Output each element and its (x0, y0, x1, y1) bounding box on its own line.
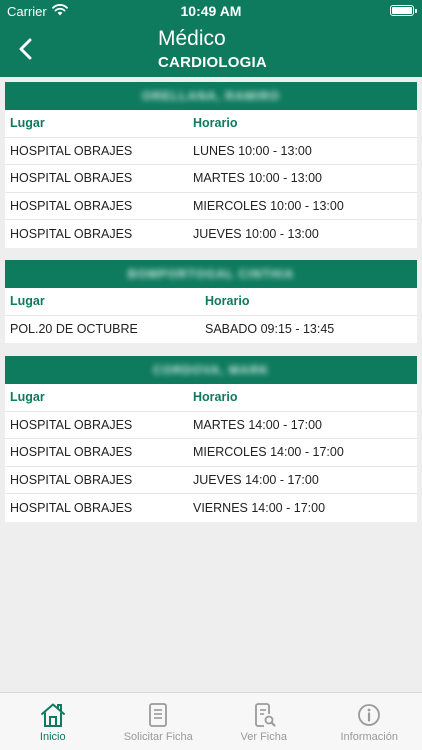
document-icon (149, 703, 168, 727)
table-row: HOSPITAL OBRAJES MARTES 14:00 - 17:00 (5, 412, 417, 439)
table-header: Lugar Horario (5, 384, 417, 412)
lugar-cell: HOSPITAL OBRAJES (10, 226, 133, 241)
battery-icon (390, 5, 417, 16)
status-bar: Carrier 10:49 AM (0, 0, 422, 22)
table-header: Lugar Horario (5, 288, 417, 316)
horario-cell: MARTES 10:00 - 13:00 (193, 171, 323, 186)
tab-label: Ver Ficha (240, 731, 287, 743)
horario-cell: LUNES 10:00 - 13:00 (193, 143, 312, 158)
lugar-cell: HOSPITAL OBRAJES (10, 417, 133, 432)
table-row: HOSPITAL OBRAJES VIERNES 14:00 - 17:00 (5, 494, 417, 522)
tab-label: Información (340, 731, 398, 743)
table-row: HOSPITAL OBRAJES MIERCOLES 14:00 - 17:00 (5, 439, 417, 467)
home-icon (40, 703, 65, 727)
tab-label: Solicitar Ficha (123, 731, 193, 743)
tab-bar: Inicio Solicitar Ficha Ver Ficha Informa… (0, 692, 422, 750)
horario-cell: MARTES 14:00 - 17:00 (193, 417, 323, 432)
horario-cell: MIERCOLES 14:00 - 17:00 (193, 445, 344, 460)
tab-inicio[interactable]: Inicio (0, 693, 106, 750)
doctor-name: ORELLANA, RAMIRO (142, 89, 280, 103)
table-row: HOSPITAL OBRAJES JUEVES 10:00 - 13:00 (5, 220, 417, 248)
lugar-cell: HOSPITAL OBRAJES (10, 472, 133, 487)
lugar-cell: HOSPITAL OBRAJES (10, 445, 133, 460)
chevron-left-icon (19, 38, 32, 60)
doctor-header: CORDOVA, MARK (5, 356, 417, 384)
horario-cell: MIERCOLES 10:00 - 13:00 (193, 198, 344, 213)
doctor-name: BOMPORTOGAL CINTHIA (127, 267, 295, 281)
horario-cell: JUEVES 10:00 - 13:00 (193, 226, 319, 241)
table-row: HOSPITAL OBRAJES MARTES 10:00 - 13:00 (5, 165, 417, 193)
doctor-header: BOMPORTOGAL CINTHIA (5, 260, 417, 288)
header-horario: Horario (193, 390, 238, 405)
lugar-cell: HOSPITAL OBRAJES (10, 198, 133, 213)
table-row: HOSPITAL OBRAJES LUNES 10:00 - 13:00 (5, 138, 417, 165)
doctor-card: ORELLANA, RAMIRO Lugar Horario HOSPITAL … (5, 82, 417, 248)
table-row: HOSPITAL OBRAJES MIERCOLES 10:00 - 13:00 (5, 193, 417, 220)
header-horario: Horario (205, 294, 250, 309)
lugar-cell: HOSPITAL OBRAJES (10, 143, 133, 158)
table-row: POL.20 DE OCTUBRE SABADO 09:15 - 13:45 (5, 316, 417, 344)
back-button[interactable] (8, 32, 42, 66)
lugar-cell: HOSPITAL OBRAJES (10, 500, 133, 515)
tab-solicitar-ficha[interactable]: Solicitar Ficha (106, 693, 212, 750)
info-icon (358, 704, 381, 726)
page-title: Médico (158, 27, 226, 50)
table-header: Lugar Horario (5, 110, 417, 138)
table-row: HOSPITAL OBRAJES JUEVES 14:00 - 17:00 (5, 467, 417, 494)
doctor-card: BOMPORTOGAL CINTHIA Lugar Horario POL.20… (5, 260, 417, 343)
header-lugar: Lugar (10, 390, 45, 405)
tab-ver-ficha[interactable]: Ver Ficha (211, 693, 317, 750)
horario-cell: JUEVES 14:00 - 17:00 (193, 472, 319, 487)
lugar-cell: POL.20 DE OCTUBRE (10, 322, 138, 337)
doctor-card: CORDOVA, MARK Lugar Horario HOSPITAL OBR… (5, 356, 417, 522)
tab-label: Inicio (39, 731, 66, 743)
horario-cell: SABADO 09:15 - 13:45 (205, 322, 335, 337)
doctor-name: CORDOVA, MARK (152, 363, 270, 377)
navigation-bar: Médico CARDIOLOGIA (0, 22, 422, 77)
tab-informacion[interactable]: Información (317, 693, 422, 750)
header-horario: Horario (193, 116, 238, 131)
header-lugar: Lugar (10, 116, 45, 131)
lugar-cell: HOSPITAL OBRAJES (10, 171, 133, 186)
doctor-header: ORELLANA, RAMIRO (5, 82, 417, 110)
specialty-subtitle: CARDIOLOGIA (158, 54, 267, 71)
header-lugar: Lugar (10, 294, 45, 309)
horario-cell: VIERNES 14:00 - 17:00 (193, 500, 326, 515)
clock: 10:49 AM (180, 3, 242, 19)
document-search-icon (254, 703, 276, 727)
